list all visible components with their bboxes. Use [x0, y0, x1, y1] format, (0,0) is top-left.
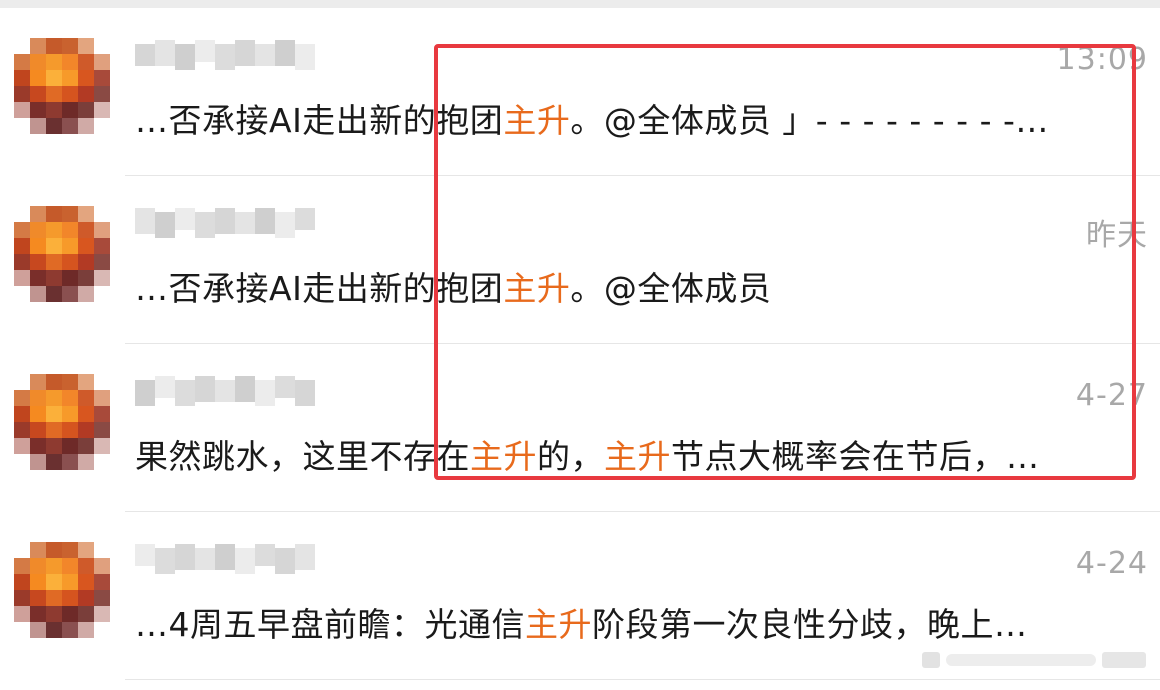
message-preview: …4周五早盘前瞻：光通信主升阶段第一次良性分歧，晚上…: [135, 598, 1145, 646]
sender-name-blurred: [135, 204, 315, 240]
avatar[interactable]: [14, 542, 110, 638]
top-strip: [0, 0, 1160, 8]
preview-text: …否承接AI走出新的抱团: [135, 101, 504, 140]
conversation-row[interactable]: 13:09 …否承接AI走出新的抱团主升。@全体成员 」- - - - - - -…: [0, 8, 1160, 176]
keyword-highlight: 主升: [604, 437, 671, 476]
sender-name-blurred: [135, 540, 315, 576]
preview-text: 。@全体成员: [570, 269, 772, 308]
keyword-highlight: 主升: [503, 101, 571, 140]
conversation-row[interactable]: 4-27 果然跳水，这里不存在主升的，主升节点大概率会在节后，…: [0, 344, 1160, 512]
sender-name-blurred: [135, 372, 315, 408]
message-preview: 果然跳水，这里不存在主升的，主升节点大概率会在节后，…: [135, 430, 1145, 478]
keyword-highlight: 主升: [525, 605, 592, 644]
message-time: 4-27: [1075, 378, 1148, 413]
sender-name-blurred: [135, 36, 315, 72]
preview-text: 的，: [537, 437, 604, 476]
message-time: 13:09: [1056, 42, 1148, 77]
avatar[interactable]: [14, 374, 110, 470]
preview-text: 节点大概率会在节后，…: [671, 437, 1040, 476]
message-time: 昨天: [1086, 218, 1148, 253]
preview-text: 阶段第一次良性分歧，晚上…: [592, 605, 1028, 644]
conversation-row[interactable]: 昨天 …否承接AI走出新的抱团主升。@全体成员: [0, 176, 1160, 344]
row-divider: [125, 679, 1160, 680]
message-preview: …否承接AI走出新的抱团主升。@全体成员 」- - - - - - - - -…: [135, 94, 1145, 142]
avatar[interactable]: [14, 38, 110, 134]
message-preview: …否承接AI走出新的抱团主升。@全体成员: [135, 262, 1145, 310]
preview-text: 果然跳水，这里不存在: [135, 437, 470, 476]
preview-text: …否承接AI走出新的抱团: [135, 269, 504, 308]
watermark: [922, 646, 1152, 674]
message-time: 4-24: [1075, 546, 1148, 581]
keyword-highlight: 主升: [470, 437, 537, 476]
preview-text: …4周五早盘前瞻：光通信: [135, 605, 525, 644]
keyword-highlight: 主升: [503, 269, 571, 308]
avatar[interactable]: [14, 206, 110, 302]
preview-text: 。@全体成员 」- - - - - - - - -…: [570, 101, 1049, 140]
